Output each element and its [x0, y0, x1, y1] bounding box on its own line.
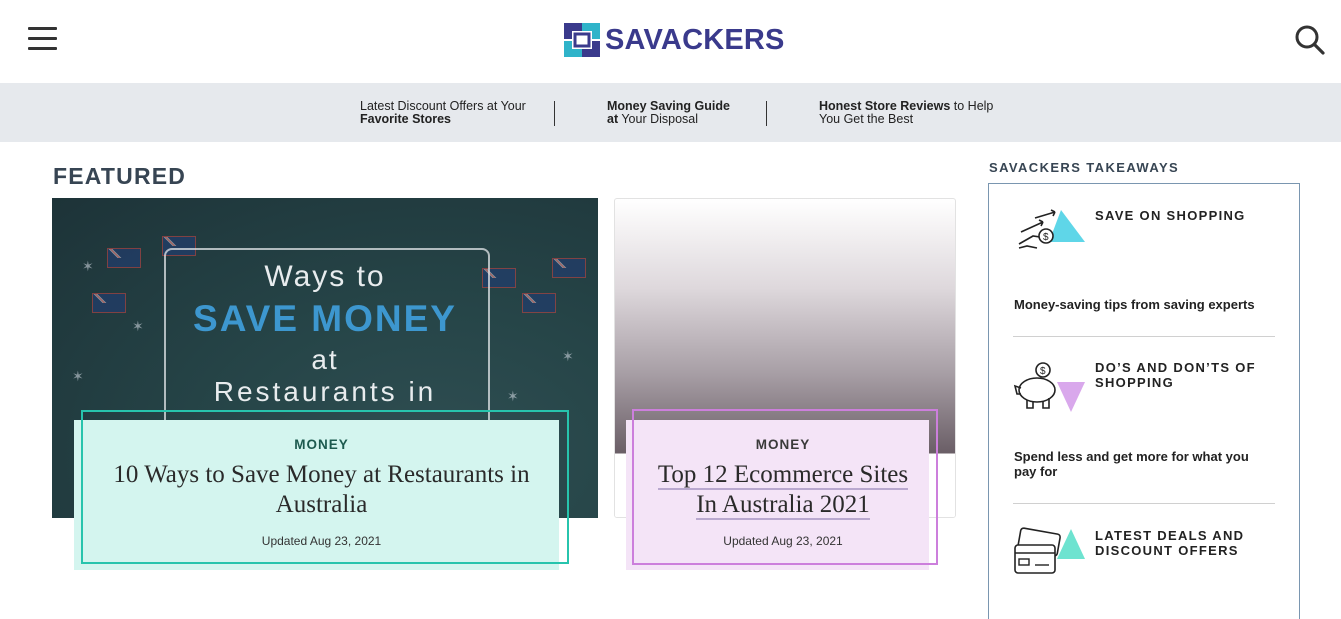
card-category[interactable]: MONEY	[626, 437, 940, 452]
strip-item-discounts[interactable]: Latest Discount Offers at Your Favorite …	[360, 100, 526, 126]
strip-text: You Get the Best	[819, 112, 914, 126]
takeaway-heading[interactable]: LATEST DEALS AND DISCOUNT OFFERS	[1095, 528, 1270, 558]
divider	[766, 101, 767, 126]
image-text: SAVE MONEY	[193, 298, 457, 339]
divider	[1013, 503, 1275, 504]
card-title-line[interactable]: Top 12 Ecommerce Sites	[657, 461, 909, 490]
strip-item-reviews[interactable]: Honest Store Reviews to Help You Get the…	[819, 100, 993, 126]
money-hand-icon: $	[1018, 209, 1085, 249]
brand-name: SAVACKERS	[605, 23, 785, 56]
featured-heading: FEATURED	[53, 163, 187, 189]
card-content: MONEY 10 Ways to Save Money at Restauran…	[74, 437, 569, 548]
strip-text: to Help	[950, 99, 994, 113]
card-title[interactable]: 10 Ways to Save Money at Restaurants in …	[74, 460, 569, 520]
strip-text-bold: at	[607, 112, 619, 126]
divider	[554, 101, 555, 126]
card-category[interactable]: MONEY	[74, 437, 569, 452]
image-text: Ways to	[264, 260, 386, 293]
svg-text:$: $	[1043, 232, 1049, 243]
logo-mark-icon	[564, 23, 600, 57]
divider	[1013, 336, 1275, 337]
card-date: Updated Aug 23, 2021	[723, 534, 843, 548]
strip-text-bold: Money Saving Guide	[607, 99, 730, 113]
strip-text-bold: Honest Store Reviews	[819, 99, 951, 113]
featured-card-2[interactable]: MONEY Top 12 Ecommerce Sites In Australi…	[626, 409, 940, 570]
wallet-cards-icon	[1014, 527, 1085, 574]
image-text: at	[311, 344, 339, 375]
card-date: Updated Aug 23, 2021	[261, 534, 382, 548]
strip-text-bold: Favorite Stores	[360, 112, 452, 126]
strip-item-guide[interactable]: Money Saving Guide at Your Disposal	[607, 100, 730, 126]
value-props-strip: Latest Discount Offers at Your Favorite …	[0, 83, 1341, 142]
sidebar-title: SAVACKERS TAKEAWAYS	[989, 160, 1180, 175]
piggy-bank-icon: $	[1013, 362, 1085, 412]
takeaway-heading[interactable]: DO’S AND DON’TS OF SHOPPING	[1095, 360, 1270, 390]
search-icon[interactable]	[1294, 24, 1326, 56]
strip-text: Your Disposal	[618, 112, 699, 126]
image-text: Restaurants in	[213, 376, 437, 407]
site-header: SAVACKERS	[0, 0, 1341, 83]
takeaway-description: Money-saving tips from saving experts	[1014, 297, 1255, 312]
card-content: MONEY Top 12 Ecommerce Sites In Australi…	[626, 437, 940, 548]
card-title-text[interactable]: 10 Ways to Save Money at Restaurants in …	[113, 461, 529, 518]
takeaway-description: Spend less and get more for what you pay…	[1014, 449, 1249, 479]
featured-card-1[interactable]: MONEY 10 Ways to Save Money at Restauran…	[74, 410, 569, 570]
site-logo[interactable]: SAVACKERS	[562, 20, 785, 60]
svg-text:$: $	[1040, 366, 1046, 377]
card-title[interactable]: Top 12 Ecommerce Sites In Australia 2021	[626, 460, 940, 520]
hamburger-menu-icon[interactable]	[28, 27, 58, 51]
card-title-line[interactable]: In Australia 2021	[696, 491, 870, 520]
takeaway-heading[interactable]: SAVE ON SHOPPING	[1095, 208, 1270, 223]
